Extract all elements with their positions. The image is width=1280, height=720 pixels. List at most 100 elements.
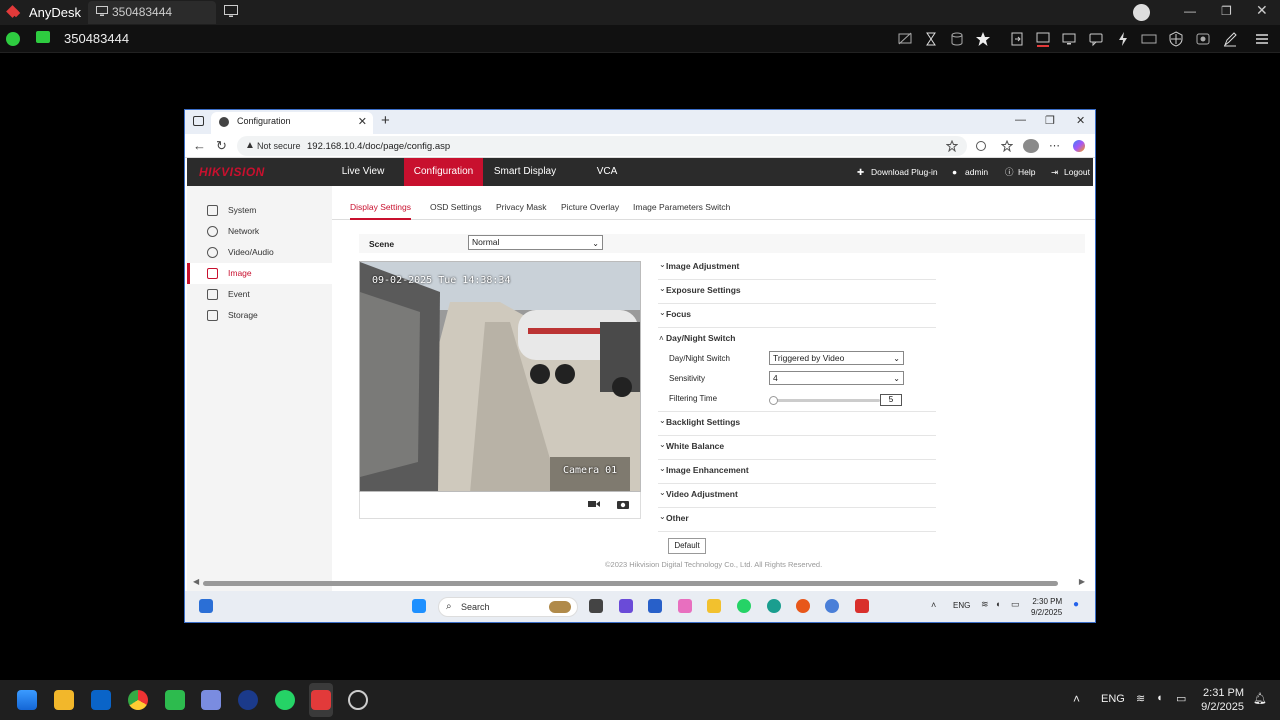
new-tab-icon[interactable]: + — [381, 112, 390, 129]
local-clock[interactable]: 2:31 PM 9/2/2025 — [1201, 686, 1244, 714]
copilot-icon[interactable] — [1073, 140, 1085, 152]
keyboard-icon[interactable] — [1141, 31, 1157, 47]
scene-select[interactable]: Normal ⌄ — [468, 235, 603, 250]
start-icon[interactable] — [412, 599, 426, 613]
notification-bell-icon[interactable]: 🔔︎ — [1253, 692, 1267, 705]
tab-image-parameters-switch[interactable]: Image Parameters Switch — [633, 202, 730, 212]
widgets-icon[interactable] — [199, 599, 213, 613]
section-other[interactable]: ⌄ Other — [658, 508, 936, 532]
sidebar-item-video-audio[interactable]: Video/Audio — [187, 242, 332, 263]
sidebar-item-storage[interactable]: Storage — [187, 305, 332, 326]
restore-icon[interactable]: ❐ — [1221, 4, 1232, 18]
bookmark-star-icon[interactable] — [946, 140, 958, 152]
menu-icon[interactable] — [1254, 31, 1270, 47]
browser-app-icon[interactable] — [348, 690, 368, 710]
database-icon[interactable] — [949, 31, 965, 47]
security-shield-icon[interactable] — [201, 690, 221, 710]
display-icon[interactable] — [1061, 31, 1077, 47]
record-icon[interactable] — [1195, 31, 1211, 47]
help-icon[interactable]: ⓘ — [1005, 158, 1014, 186]
sidebar-toggle-icon[interactable] — [193, 116, 204, 126]
remote-search-box[interactable]: ⌕ Search — [438, 597, 578, 617]
anydesk-session-tab[interactable]: 350483444 — [88, 1, 216, 24]
permissions-shield-icon[interactable] — [1168, 31, 1184, 47]
browser-close-icon[interactable]: ✕ — [1076, 114, 1085, 127]
section-video-adjustment[interactable]: ⌄ Video Adjustment — [658, 484, 936, 508]
download-icon[interactable] — [1133, 4, 1150, 21]
not-secure-label[interactable]: Not secure — [257, 141, 301, 151]
tab-close-icon[interactable]: ✕ — [358, 115, 367, 128]
monitor-select-icon[interactable] — [1035, 31, 1051, 47]
nav-live-view[interactable]: Live View — [331, 158, 395, 186]
file-explorer-icon[interactable] — [54, 690, 74, 710]
logout-link[interactable]: Logout — [1064, 158, 1090, 186]
scrollbar-thumb[interactable] — [203, 581, 1058, 586]
scroll-left-icon[interactable]: ◀ — [193, 577, 199, 586]
tab-privacy-mask[interactable]: Privacy Mask — [496, 202, 547, 212]
tray-expand-icon[interactable]: ˄ — [1073, 692, 1080, 706]
teams-icon[interactable] — [619, 599, 633, 613]
section-image-adjustment[interactable]: ⌄ Image Adjustment — [658, 256, 936, 280]
tab-osd-settings[interactable]: OSD Settings — [430, 202, 482, 212]
whatsapp-icon[interactable] — [737, 599, 751, 613]
outlook-icon[interactable] — [91, 690, 111, 710]
chrome-icon[interactable] — [128, 690, 148, 710]
wechat-icon[interactable] — [165, 690, 185, 710]
nav-configuration[interactable]: Configuration — [404, 158, 483, 186]
favorite-star-icon[interactable] — [975, 31, 991, 47]
day-night-switch-select[interactable]: Triggered by Video ⌄ — [769, 351, 904, 365]
url-box[interactable]: ▲ Not secure 192.168.10.4/doc/page/confi… — [237, 136, 967, 156]
whatsapp-icon[interactable] — [275, 690, 295, 710]
edge-icon[interactable] — [767, 599, 781, 613]
plugin-icon[interactable]: ✚ — [857, 158, 864, 186]
network-app-icon[interactable] — [825, 599, 839, 613]
remote-language[interactable]: ENG — [953, 601, 970, 610]
file-explorer-icon[interactable] — [707, 599, 721, 613]
battery-icon[interactable]: ▭ — [1011, 599, 1020, 610]
task-view-icon[interactable] — [589, 599, 603, 613]
horizontal-scrollbar[interactable]: ◀ ▶ — [189, 577, 1089, 587]
teamviewer-icon[interactable] — [238, 690, 258, 710]
default-button[interactable]: Default — [668, 538, 706, 554]
browser-minimize-icon[interactable]: — — [1015, 114, 1026, 126]
anydesk-app-icon[interactable] — [855, 599, 869, 613]
actions-bolt-icon[interactable] — [1115, 31, 1131, 47]
help-link[interactable]: Help — [1018, 158, 1035, 186]
slider-thumb[interactable] — [769, 396, 778, 405]
battery-icon[interactable]: ▭ — [1176, 692, 1186, 705]
sidebar-item-system[interactable]: System — [187, 200, 332, 221]
wifi-icon[interactable]: ≋ — [981, 599, 989, 610]
start-icon[interactable] — [17, 690, 37, 710]
nav-vca[interactable]: VCA — [591, 158, 623, 186]
privacy-icon[interactable] — [897, 31, 913, 47]
browser-tab-configuration[interactable]: Configuration ✕ — [211, 112, 373, 134]
anydesk-app-icon[interactable] — [311, 690, 331, 710]
download-plugin-link[interactable]: Download Plug-in — [871, 158, 938, 186]
section-exposure-settings[interactable]: ⌄ Exposure Settings — [658, 280, 936, 304]
back-icon[interactable]: ← — [193, 138, 206, 153]
minimize-icon[interactable]: — — [1184, 4, 1196, 18]
tray-expand-icon[interactable]: ˄ — [931, 600, 936, 610]
warning-icon[interactable]: ▲ — [245, 140, 255, 151]
url-text[interactable]: 192.168.10.4/doc/page/config.asp — [307, 141, 450, 152]
user-name[interactable]: admin — [965, 158, 988, 186]
section-backlight-settings[interactable]: ⌄ Backlight Settings — [658, 412, 936, 436]
section-image-enhancement[interactable]: ⌄ Image Enhancement — [658, 460, 936, 484]
logout-icon[interactable]: ⇥ — [1051, 158, 1058, 186]
new-session-icon[interactable] — [224, 5, 238, 18]
section-day-night-switch[interactable]: ˄ Day/Night Switch Day/Night Switch Trigg… — [658, 328, 936, 412]
filtering-time-slider[interactable]: 5 — [658, 394, 936, 407]
record-video-icon[interactable] — [588, 499, 600, 509]
nav-smart-display[interactable]: Smart Display — [490, 158, 560, 186]
scroll-right-icon[interactable]: ▶ — [1079, 577, 1085, 586]
tab-picture-overlay[interactable]: Picture Overlay — [561, 202, 619, 212]
remote-clock[interactable]: 2:30 PM 9/2/2025 — [1031, 596, 1062, 618]
capture-camera-icon[interactable] — [617, 499, 629, 509]
notification-bell-icon[interactable]: ● — [1073, 599, 1079, 610]
browser-restore-icon[interactable]: ❐ — [1045, 114, 1055, 127]
section-white-balance[interactable]: ⌄ White Balance — [658, 436, 936, 460]
copilot-app-icon[interactable] — [678, 599, 692, 613]
firefox-icon[interactable] — [796, 599, 810, 613]
filtering-time-value[interactable]: 5 — [880, 394, 902, 406]
more-options-icon[interactable]: ⋯ — [1049, 139, 1060, 152]
